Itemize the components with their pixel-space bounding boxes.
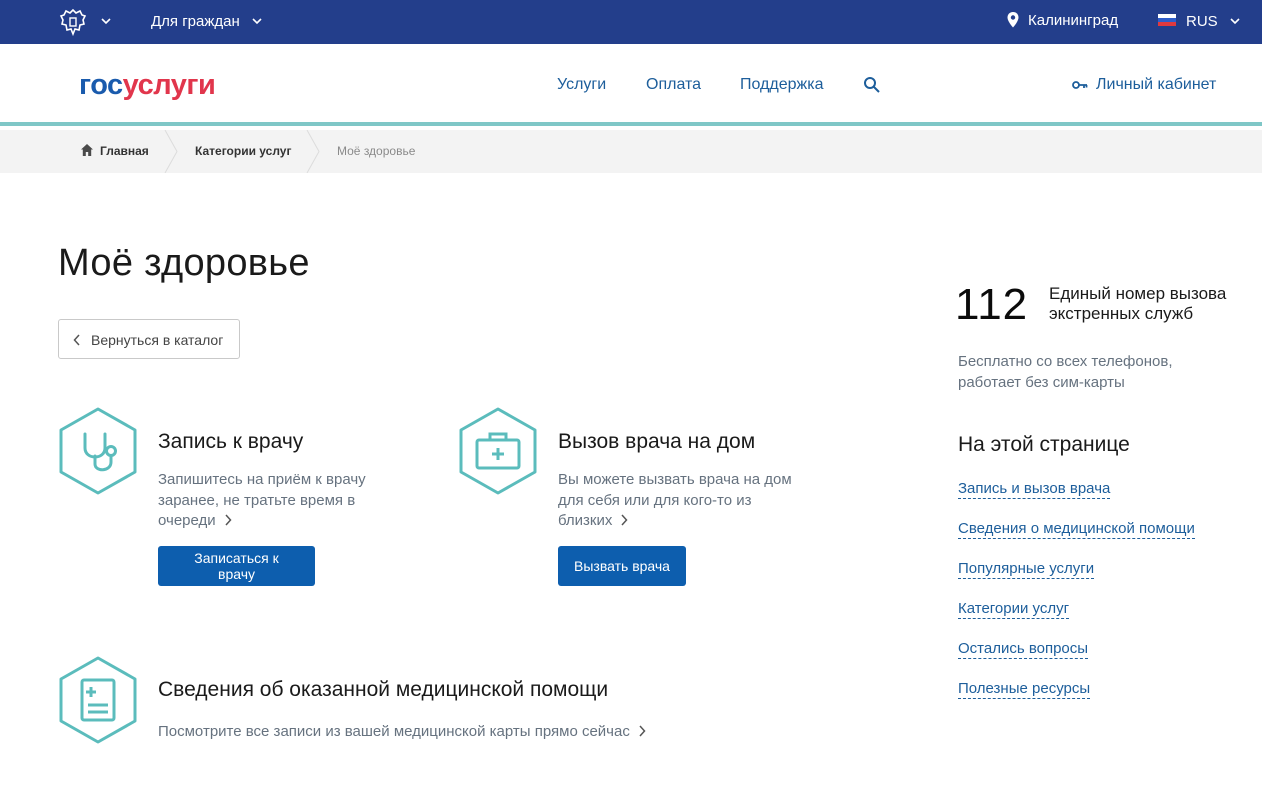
logo-part-gos: гос [79, 69, 123, 101]
language-selector[interactable]: RUS [1186, 13, 1218, 30]
breadcrumb-separator [306, 130, 320, 173]
breadcrumb: Главная Категории услуг Моё здоровье [0, 130, 1262, 173]
nav-payment[interactable]: Оплата [646, 76, 701, 94]
card-desc-home-visit[interactable]: Вы можете вызвать врача на дом для себя … [558, 470, 792, 532]
toc-link-categories[interactable]: Категории услуг [958, 600, 1070, 619]
card-desc-line: Запишитесь на приём к врачу [158, 471, 366, 488]
breadcrumb-current: Моё здоровье [337, 144, 416, 158]
book-doctor-button[interactable]: Записаться к врачу [158, 546, 315, 586]
toc-link-medical-info[interactable]: Сведения о медицинской помощи [958, 520, 1195, 539]
search-icon[interactable] [863, 76, 881, 94]
card-desc-medical-records[interactable]: Посмотрите все записи из вашей медицинск… [158, 722, 646, 743]
logo-part-uslugi: услуги [122, 69, 216, 101]
chevron-right-icon[interactable] [638, 725, 646, 737]
chevron-right-icon[interactable] [620, 514, 628, 526]
chevron-down-icon[interactable] [251, 15, 263, 27]
back-to-catalog-button[interactable]: Вернуться в каталог [58, 319, 240, 359]
toc-link-popular-services[interactable]: Популярные услуги [958, 560, 1095, 579]
card-desc-line: заранее, не тратьте время в [158, 491, 356, 509]
coat-of-arms-icon[interactable] [58, 7, 88, 37]
nav-services[interactable]: Услуги [557, 76, 606, 94]
toc-link-appointment[interactable]: Запись и вызов врача [958, 480, 1111, 499]
card-desc-line: для себя или для кого-то из [558, 491, 752, 509]
emergency-number: 112 [955, 280, 1029, 329]
stethoscope-icon [59, 407, 137, 495]
breadcrumb-separator [164, 130, 178, 173]
top-bar: Для граждан Калининград RUS [0, 0, 1262, 44]
breadcrumb-home[interactable]: Главная [100, 144, 149, 158]
call-doctor-button[interactable]: Вызвать врача [558, 546, 686, 586]
toc-link-resources[interactable]: Полезные ресурсы [958, 680, 1091, 699]
chevron-right-icon[interactable] [224, 514, 232, 526]
audience-selector[interactable]: Для граждан [151, 13, 240, 30]
chevron-down-icon[interactable] [1229, 15, 1241, 27]
card-desc-line: близких [558, 512, 613, 529]
medical-case-icon [459, 407, 537, 495]
emergency-free-note: Бесплатно со всех телефонов, работает бе… [958, 353, 1173, 391]
card-desc-line: очереди [158, 512, 216, 529]
card-desc-doctor-appointment[interactable]: Запишитесь на приём к врачу заранее, не … [158, 470, 366, 532]
emergency-number-description: Единый номер вызова экстренных служб [1049, 284, 1227, 323]
card-desc-line: Посмотрите все записи из вашей медицинск… [158, 723, 630, 740]
location-pin-icon [1007, 12, 1019, 28]
breadcrumb-categories[interactable]: Категории услуг [195, 144, 291, 158]
card-title-doctor-appointment: Запись к врачу [158, 430, 304, 453]
chevron-down-icon[interactable] [100, 15, 112, 27]
back-button-label: Вернуться в каталог [91, 332, 224, 348]
city-selector[interactable]: Калининград [1028, 12, 1118, 29]
home-icon[interactable] [80, 143, 94, 157]
chevron-left-icon [73, 334, 80, 346]
card-desc-line: Вы можете вызвать врача на дом [558, 471, 792, 488]
medical-record-icon [59, 656, 137, 744]
card-title-home-visit: Вызов врача на дом [558, 430, 756, 453]
site-header: госуслуги Услуги Оплата Поддержка Личный… [0, 44, 1262, 126]
key-icon [1072, 81, 1088, 89]
card-title-medical-records: Сведения об оказанной медицинской помощи [158, 678, 609, 701]
page-title: Моё здоровье [58, 242, 310, 284]
on-this-page-heading: На этой странице [958, 433, 1130, 456]
gosuslugi-logo[interactable]: госуслуги [79, 69, 216, 102]
russian-flag-icon [1158, 14, 1176, 26]
nav-support[interactable]: Поддержка [740, 76, 823, 94]
personal-account-link[interactable]: Личный кабинет [1096, 76, 1216, 94]
toc-link-questions[interactable]: Остались вопросы [958, 640, 1089, 659]
